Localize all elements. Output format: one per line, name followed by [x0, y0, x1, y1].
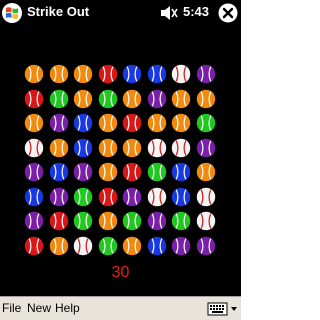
app-title: Strike Out [27, 4, 90, 19]
green-ball[interactable] [122, 211, 142, 231]
white-ball[interactable] [171, 137, 191, 158]
red-ball[interactable] [97, 186, 118, 207]
green-ball[interactable] [195, 113, 216, 133]
menu-file[interactable]: File [2, 301, 21, 315]
orange-ball[interactable] [146, 113, 167, 133]
score: 30 [111, 264, 130, 281]
purple-ball[interactable] [73, 162, 93, 182]
blue-ball[interactable] [171, 162, 191, 182]
orange-ball[interactable] [48, 137, 69, 158]
clock: 5:43 [183, 4, 210, 19]
close-icon [218, 3, 238, 23]
orange-ball[interactable] [24, 64, 44, 84]
orange-ball[interactable] [24, 113, 44, 133]
device-screen: Strike Out 5:43 30 File New Help [0, 0, 241, 320]
purple-ball[interactable] [48, 113, 69, 133]
title-bar: Strike Out 5:43 [0, 0, 241, 26]
orange-ball[interactable] [122, 88, 142, 109]
blue-ball[interactable] [73, 113, 93, 133]
green-ball[interactable] [48, 88, 69, 109]
windows-flag-icon [2, 3, 22, 23]
orange-ball[interactable] [97, 162, 118, 182]
keyboard-icon [207, 302, 237, 316]
white-ball[interactable] [146, 137, 167, 158]
purple-ball[interactable] [122, 186, 142, 207]
purple-ball[interactable] [146, 211, 167, 231]
volume-button[interactable] [160, 5, 178, 21]
orange-ball[interactable] [122, 235, 142, 256]
blue-ball[interactable] [171, 186, 191, 207]
orange-ball[interactable] [48, 235, 69, 256]
orange-ball[interactable] [48, 64, 69, 84]
green-ball[interactable] [97, 88, 118, 109]
purple-ball[interactable] [24, 211, 44, 231]
purple-ball[interactable] [195, 235, 216, 256]
green-ball[interactable] [97, 235, 118, 256]
blue-ball[interactable] [146, 64, 167, 84]
input-panel-button[interactable] [206, 300, 240, 318]
green-ball[interactable] [73, 186, 93, 207]
orange-ball[interactable] [122, 137, 142, 158]
white-ball[interactable] [195, 211, 216, 231]
blue-ball[interactable] [122, 64, 142, 84]
ball-grid [24, 64, 218, 258]
game-board-area: 30 [0, 26, 241, 296]
red-ball[interactable] [97, 64, 118, 84]
menu-help[interactable]: Help [55, 301, 80, 315]
orange-ball[interactable] [73, 64, 93, 84]
green-ball[interactable] [171, 211, 191, 231]
red-ball[interactable] [48, 211, 69, 231]
white-ball[interactable] [171, 64, 191, 84]
speaker-icon [161, 6, 178, 20]
red-ball[interactable] [122, 162, 142, 182]
green-ball[interactable] [73, 211, 93, 231]
orange-ball[interactable] [195, 162, 216, 182]
purple-ball[interactable] [171, 235, 191, 256]
red-ball[interactable] [24, 235, 44, 256]
green-ball[interactable] [146, 162, 167, 182]
white-ball[interactable] [24, 137, 44, 158]
purple-ball[interactable] [195, 64, 216, 84]
orange-ball[interactable] [97, 113, 118, 133]
red-ball[interactable] [24, 88, 44, 109]
white-ball[interactable] [146, 186, 167, 207]
purple-ball[interactable] [24, 162, 44, 182]
blue-ball[interactable] [48, 162, 69, 182]
purple-ball[interactable] [195, 137, 216, 158]
orange-ball[interactable] [171, 88, 191, 109]
menu-bar: File New Help [0, 296, 241, 320]
orange-ball[interactable] [195, 88, 216, 109]
orange-ball[interactable] [97, 211, 118, 231]
purple-ball[interactable] [146, 88, 167, 109]
blue-ball[interactable] [146, 235, 167, 256]
orange-ball[interactable] [97, 137, 118, 158]
start-menu-button[interactable] [1, 2, 23, 24]
close-button[interactable] [218, 3, 238, 23]
white-ball[interactable] [73, 235, 93, 256]
menu-new[interactable]: New [27, 301, 51, 315]
orange-ball[interactable] [171, 113, 191, 133]
orange-ball[interactable] [73, 88, 93, 109]
red-ball[interactable] [122, 113, 142, 133]
white-ball[interactable] [195, 186, 216, 207]
blue-ball[interactable] [24, 186, 44, 207]
blue-ball[interactable] [73, 137, 93, 158]
purple-ball[interactable] [48, 186, 69, 207]
